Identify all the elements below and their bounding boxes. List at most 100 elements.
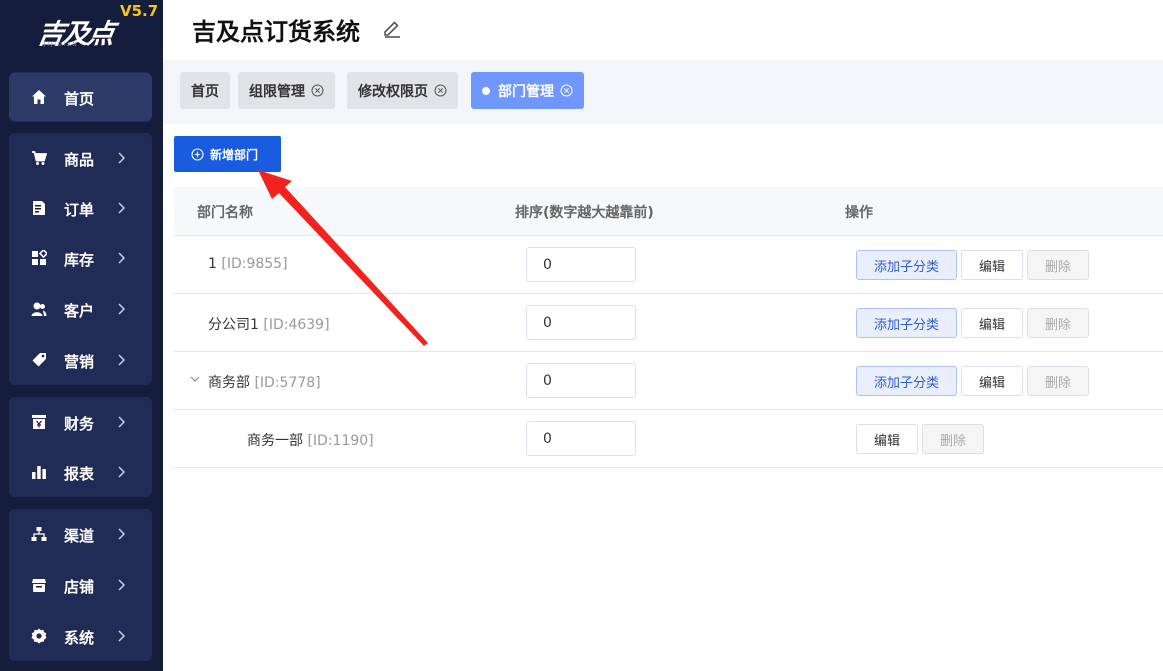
inventory-icon (31, 250, 47, 266)
delete-button[interactable]: 删除 (1027, 366, 1089, 396)
department-name: 商务部 (208, 375, 250, 391)
sidebar-item-label: 渠道 (64, 527, 95, 545)
active-dot-icon (482, 86, 490, 95)
version-label: V5.7 (120, 2, 159, 20)
sort-input[interactable] (526, 421, 636, 456)
order-icon (31, 200, 47, 216)
sidebar-item-label: 财务 (64, 415, 95, 433)
chevron-right-icon (117, 250, 127, 266)
tab-home[interactable]: 首页 (180, 72, 230, 109)
delete-button[interactable]: 删除 (1027, 308, 1089, 338)
tab-edit-permission[interactable]: 修改权限页 (347, 72, 458, 109)
department-name-cell: 1 [ID:9855] (208, 256, 288, 272)
channel-icon (31, 526, 47, 542)
column-header-sort: 排序(数字越大越靠前) (515, 205, 654, 221)
table-row: 商务一部 [ID:1190] 编辑 删除 (174, 410, 1163, 468)
department-id: [ID:9855] (221, 256, 288, 272)
store-icon (31, 577, 47, 593)
edit-button[interactable]: 编辑 (961, 308, 1023, 338)
sidebar-item-customers[interactable]: 客户 (9, 285, 152, 333)
department-id: [ID:1190] (307, 433, 374, 449)
close-icon[interactable] (434, 84, 447, 97)
add-department-label: 新增部门 (210, 147, 259, 162)
report-icon (31, 464, 47, 480)
add-department-button[interactable]: 新增部门 (174, 136, 281, 172)
chevron-right-icon (117, 150, 127, 166)
sidebar-item-label: 报表 (64, 465, 95, 483)
sidebar-item-label: 首页 (64, 90, 95, 108)
department-name-cell: 商务一部 [ID:1190] (247, 430, 374, 450)
tab-label: 组限管理 (249, 83, 305, 100)
chevron-right-icon (117, 352, 127, 368)
delete-button[interactable]: 删除 (922, 424, 984, 454)
chevron-right-icon (117, 464, 127, 480)
add-subcategory-button[interactable]: 添加子分类 (856, 250, 957, 280)
table-row: 分公司1 [ID:4639] 添加子分类 编辑 删除 (174, 294, 1163, 352)
sidebar-item-home[interactable]: 首页 (9, 73, 152, 121)
chevron-right-icon (117, 414, 127, 430)
department-name-cell: 分公司1 [ID:4639] (208, 314, 330, 334)
nav-group-system: 渠道 店铺 系统 (9, 509, 152, 661)
department-name-cell: 商务部 [ID:5778] (208, 372, 321, 392)
edit-button[interactable]: 编辑 (961, 250, 1023, 280)
sidebar-item-finance[interactable]: 财务 (9, 398, 152, 446)
table-row: 1 [ID:9855] 添加子分类 编辑 删除 (174, 236, 1163, 294)
table-header: 部门名称 排序(数字越大越靠前) 操作 (174, 187, 1163, 236)
department-name: 分公司1 (208, 317, 259, 333)
tag-icon (31, 352, 47, 368)
department-id: [ID:4639] (263, 317, 330, 333)
nav-group-finance: 财务 报表 (9, 397, 152, 497)
edit-button[interactable]: 编辑 (856, 424, 918, 454)
delete-button[interactable]: 删除 (1027, 250, 1089, 280)
sort-input[interactable] (526, 305, 636, 340)
sidebar-item-label: 营销 (64, 353, 95, 371)
sort-input[interactable] (526, 247, 636, 282)
cart-icon (31, 150, 47, 166)
customer-icon (31, 301, 47, 317)
finance-icon (31, 414, 47, 430)
chevron-right-icon (117, 526, 127, 542)
tab-bar: 首页 组限管理 修改权限页 部门管理 (163, 60, 1163, 124)
sort-input[interactable] (526, 363, 636, 398)
sidebar-item-label: 订单 (64, 201, 95, 219)
nav-group-business: 商品 订单 库存 客户 营销 (9, 133, 152, 385)
plus-circle-icon (191, 147, 204, 161)
close-icon[interactable] (311, 84, 324, 97)
close-icon[interactable] (560, 84, 573, 97)
tab-department-management[interactable]: 部门管理 (471, 72, 584, 109)
header: 吉及点订货系统 (163, 0, 1163, 60)
add-subcategory-button[interactable]: 添加子分类 (856, 308, 957, 338)
chevron-down-icon[interactable] (190, 374, 200, 384)
sidebar-item-label: 库存 (64, 251, 95, 269)
tab-label: 首页 (191, 83, 219, 100)
sidebar-item-label: 客户 (64, 302, 95, 320)
logo-subtext: JIJIDIAN (44, 42, 79, 48)
edit-pencil-icon[interactable] (382, 18, 402, 38)
tab-group-permission[interactable]: 组限管理 (238, 72, 335, 109)
sidebar-item-stores[interactable]: 店铺 (9, 561, 152, 609)
table-row: 商务部 [ID:5778] 添加子分类 编辑 删除 (174, 352, 1163, 410)
page-title: 吉及点订货系统 (192, 18, 360, 46)
logo: 吉及点 JIJIDIAN V5.7 (0, 0, 163, 60)
sidebar-item-label: 系统 (64, 629, 95, 647)
sidebar-item-marketing[interactable]: 营销 (9, 336, 152, 384)
department-name: 商务一部 (247, 433, 303, 449)
chevron-right-icon (117, 577, 127, 593)
column-header-actions: 操作 (845, 205, 873, 221)
edit-button[interactable]: 编辑 (961, 366, 1023, 396)
settings-icon (31, 628, 47, 644)
add-subcategory-button[interactable]: 添加子分类 (856, 366, 957, 396)
tab-label: 部门管理 (498, 83, 554, 100)
sidebar-item-inventory[interactable]: 库存 (9, 234, 152, 282)
sidebar-item-orders[interactable]: 订单 (9, 184, 152, 232)
sidebar-item-products[interactable]: 商品 (9, 134, 152, 182)
sidebar-item-reports[interactable]: 报表 (9, 448, 152, 496)
tab-label: 修改权限页 (358, 83, 428, 100)
sidebar-item-label: 商品 (64, 151, 95, 169)
sidebar-item-settings[interactable]: 系统 (9, 612, 152, 660)
home-icon (31, 89, 47, 105)
sidebar-item-channels[interactable]: 渠道 (9, 510, 152, 558)
department-id: [ID:5778] (254, 375, 321, 391)
nav-group-home: 首页 (9, 72, 152, 122)
sidebar-item-label: 店铺 (64, 578, 95, 596)
